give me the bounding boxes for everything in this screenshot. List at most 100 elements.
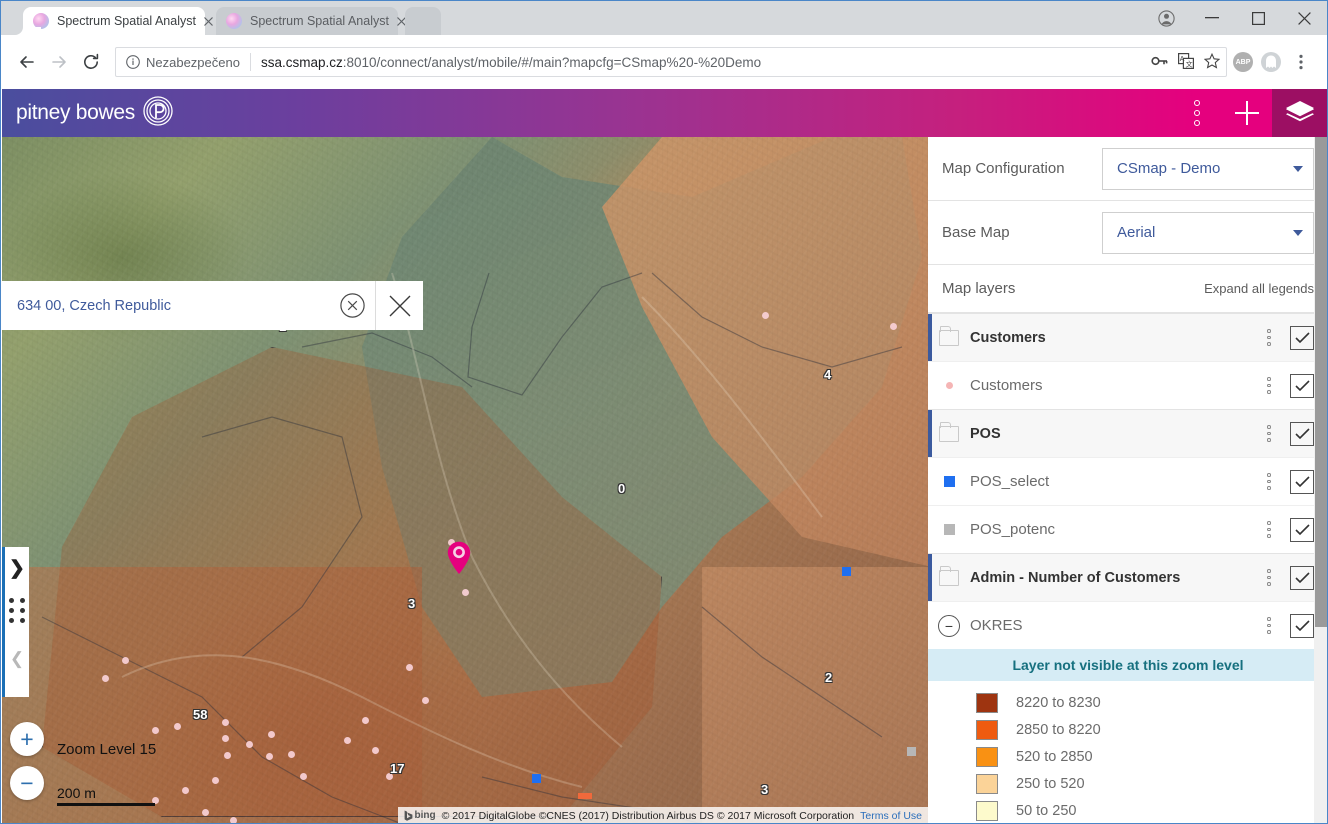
omnibox-divider	[249, 53, 251, 71]
map-point-customer	[890, 323, 897, 330]
map-point-customer	[246, 741, 253, 748]
address-bar[interactable]: Nezabezpečeno ssa.csmap.cz:8010/connect/…	[115, 47, 1227, 77]
reload-button[interactable]	[75, 46, 107, 78]
map-point-customer	[174, 723, 181, 730]
chrome-menu-icon[interactable]	[1285, 46, 1317, 78]
layer-options-icon[interactable]	[1256, 473, 1282, 490]
layer-okres[interactable]: − OKRES	[928, 601, 1327, 649]
map-label: 2	[825, 670, 833, 685]
search-close-icon[interactable]	[376, 294, 423, 318]
maximize-icon[interactable]	[1235, 2, 1281, 35]
tab-spectrum-spatial-analyst-2[interactable]: Spectrum Spatial Analyst	[216, 7, 406, 35]
brand-name: pitney bowes	[16, 101, 135, 124]
chevron-down-icon	[1293, 229, 1303, 236]
security-indicator[interactable]: Nezabezpečeno	[126, 55, 240, 70]
map-configuration-value: CSmap - Demo	[1117, 160, 1221, 177]
legend-label: 50 to 250	[1016, 802, 1077, 819]
more-options-button[interactable]	[1172, 89, 1222, 137]
layers-button[interactable]	[1272, 89, 1327, 137]
map-boundaries-overlay	[41, 272, 903, 823]
search-input[interactable]: 634 00, Czech Republic	[2, 298, 329, 314]
square-swatch-icon	[928, 524, 970, 535]
back-button[interactable]	[11, 46, 43, 78]
key-icon[interactable]	[1151, 54, 1168, 71]
map-point-customer	[152, 727, 159, 734]
panel-scrollbar-track[interactable]	[1314, 137, 1327, 823]
layer-group-pos[interactable]: POS	[928, 409, 1327, 457]
adblock-plus-icon[interactable]: ABP	[1233, 52, 1253, 72]
header-actions	[1172, 89, 1327, 137]
layer-visibility-checkbox[interactable]	[1290, 421, 1314, 446]
folder-icon	[928, 565, 970, 586]
map-point-customer	[422, 697, 429, 704]
layers-panel: Map Configuration CSmap - Demo Base Map …	[928, 137, 1327, 823]
terms-of-use-link[interactable]: Terms of Use	[860, 810, 922, 822]
map-canvas[interactable]: 1 4 0 3 2 58 17 3 0 634 00, Czech Republ…	[2, 137, 928, 823]
map-point-pos-select	[532, 774, 541, 783]
map-imagery: 1 4 0 3 2 58 17 3 0	[2, 137, 928, 823]
circle-x-icon[interactable]	[329, 293, 375, 318]
base-map-select[interactable]: Aerial	[1102, 211, 1314, 254]
map-attribution: bing © 2017 DigitalGlobe ©CNES (2017) Di…	[397, 807, 928, 823]
add-button[interactable]	[1222, 89, 1272, 137]
map-point-customer	[122, 657, 129, 664]
new-tab-button[interactable]	[405, 7, 441, 35]
layer-pos-select[interactable]: POS_select	[928, 457, 1327, 505]
panel-scrollbar-thumb[interactable]	[1315, 137, 1327, 627]
layer-options-icon[interactable]	[1256, 569, 1282, 586]
layer-customers[interactable]: Customers	[928, 361, 1327, 409]
layer-options-icon[interactable]	[1256, 425, 1282, 442]
layer-pos-potenc[interactable]: POS_potenc	[928, 505, 1327, 553]
layer-zoom-notice: Layer not visible at this zoom level	[928, 649, 1327, 681]
map-layers-header: Map layers Expand all legends	[928, 265, 1327, 313]
map-point-pos-select	[842, 567, 851, 576]
base-map-row: Base Map Aerial	[928, 201, 1327, 265]
legend-label: 2850 to 8220	[1016, 721, 1101, 738]
browser-window: Spectrum Spatial Analyst Spectrum Spatia…	[0, 0, 1328, 824]
star-icon[interactable]	[1203, 52, 1221, 72]
translate-icon[interactable]: A文	[1178, 52, 1195, 72]
layer-group-customers[interactable]: Customers	[928, 313, 1327, 361]
brand-logo[interactable]: pitney bowes	[16, 95, 173, 131]
legend-label: 8220 to 8230	[1016, 694, 1101, 711]
svg-text:A: A	[1180, 56, 1185, 63]
map-pin-icon[interactable]	[447, 541, 471, 575]
map-configuration-select[interactable]: CSmap - Demo	[1102, 147, 1314, 190]
tab-favicon	[226, 13, 242, 29]
account-icon[interactable]	[1143, 2, 1189, 35]
legend-item: 520 to 2850	[928, 743, 1327, 770]
minus-circle-icon[interactable]: −	[928, 614, 970, 637]
layer-options-icon[interactable]	[1256, 377, 1282, 394]
layer-options-icon[interactable]	[1256, 521, 1282, 538]
map-point-customer	[202, 809, 209, 816]
map-side-toolbar[interactable]: ❯ ❮	[2, 547, 29, 697]
minimize-icon[interactable]	[1189, 2, 1235, 35]
legend-swatch	[976, 773, 998, 794]
search-box[interactable]: 634 00, Czech Republic	[2, 281, 423, 330]
tab-spectrum-spatial-analyst-1[interactable]: Spectrum Spatial Analyst	[23, 7, 213, 35]
grid-dots-icon[interactable]	[8, 598, 26, 623]
map-point-customer	[300, 773, 307, 780]
tab-close-icon[interactable]	[204, 13, 213, 29]
layer-visibility-checkbox[interactable]	[1290, 373, 1314, 398]
zoom-out-button[interactable]: −	[10, 766, 44, 800]
map-point-customer	[224, 752, 231, 759]
chevron-right-icon[interactable]: ❯	[9, 557, 25, 580]
layer-visibility-checkbox[interactable]	[1290, 565, 1314, 590]
layer-visibility-checkbox[interactable]	[1290, 517, 1314, 542]
expand-all-legends-link[interactable]: Expand all legends	[1204, 281, 1314, 296]
layer-group-label: Admin - Number of Customers	[970, 569, 1181, 586]
close-icon[interactable]	[1281, 2, 1327, 35]
layer-visibility-checkbox[interactable]	[1290, 325, 1314, 350]
layer-label: OKRES	[970, 617, 1023, 634]
ghostery-icon[interactable]	[1261, 52, 1281, 72]
layer-options-icon[interactable]	[1256, 617, 1282, 634]
layer-visibility-checkbox[interactable]	[1290, 613, 1314, 638]
base-map-value: Aerial	[1117, 224, 1156, 241]
layer-visibility-checkbox[interactable]	[1290, 469, 1314, 494]
chevron-left-icon[interactable]: ❮	[10, 649, 24, 669]
layer-options-icon[interactable]	[1256, 329, 1282, 346]
layer-group-label: Customers	[970, 329, 1046, 346]
zoom-in-button[interactable]: +	[10, 722, 44, 756]
layer-group-admin-number-of-customers[interactable]: Admin - Number of Customers	[928, 553, 1327, 601]
